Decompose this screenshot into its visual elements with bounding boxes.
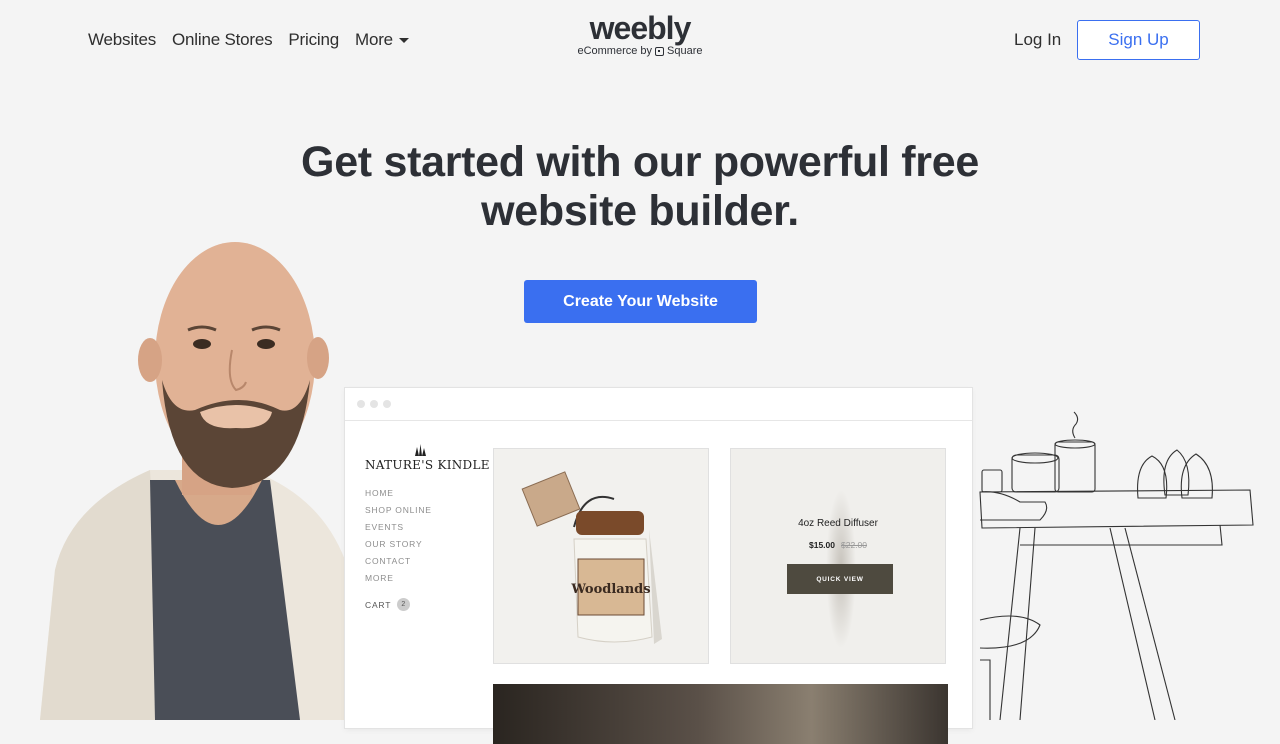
nav-link-websites[interactable]: Websites (88, 30, 156, 50)
window-dot-icon (370, 400, 378, 408)
nav-link-pricing[interactable]: Pricing (288, 30, 339, 50)
furniture-sketch-illustration (979, 411, 1254, 720)
product-price: $15.00 $22.00 (731, 540, 945, 550)
top-navigation: Websites Online Stores Pricing More weeb… (0, 0, 1280, 80)
person-photo (40, 242, 360, 720)
signup-button[interactable]: Sign Up (1077, 20, 1200, 60)
quick-view-button[interactable]: QUICK VIEW (787, 564, 893, 594)
nav-link-online-stores[interactable]: Online Stores (172, 30, 273, 50)
candle-jar-image: Woodlands (521, 471, 662, 644)
logo-wordmark: weebly (589, 10, 692, 46)
weebly-logo[interactable]: weebly eCommerce by Square (540, 12, 740, 57)
hero-title: Get started with our powerful free websi… (0, 138, 1280, 236)
login-link[interactable]: Log In (1014, 30, 1061, 50)
candle-label-text: Woodlands (570, 582, 650, 597)
product-card-candle[interactable]: Woodlands (493, 448, 709, 664)
cart-label: CART (365, 599, 392, 610)
tree-logo-icon (415, 444, 426, 456)
square-logo-icon (655, 46, 665, 56)
window-dot-icon (383, 400, 391, 408)
product-name: 4oz Reed Diffuser (798, 518, 878, 529)
site-cart[interactable]: CART 2 (365, 598, 411, 611)
create-website-button[interactable]: Create Your Website (524, 280, 757, 323)
primary-nav: Websites Online Stores Pricing More (88, 30, 409, 50)
site-brand-name: NATURE'S KINDLE (365, 458, 490, 472)
browser-toolbar (345, 388, 972, 421)
cart-count-badge: 2 (397, 598, 411, 611)
logo-tagline-prefix: eCommerce by (577, 45, 653, 57)
product-price-old: $22.00 (841, 540, 867, 550)
site-menu: HOME SHOP ONLINE EVENTS OUR STORY CONTAC… (365, 488, 432, 590)
window-dot-icon (357, 400, 365, 408)
site-menu-item-contact[interactable]: CONTACT (365, 556, 432, 573)
site-menu-item-our-story[interactable]: OUR STORY (365, 539, 432, 556)
nav-more-dropdown[interactable]: More (355, 30, 409, 50)
site-menu-item-more[interactable]: MORE (365, 573, 432, 590)
nav-more-label: More (355, 30, 393, 49)
site-brand: NATURE'S KINDLE (365, 444, 490, 472)
logo-tagline-brand: Square (667, 45, 703, 57)
product-price-current: $15.00 (809, 540, 835, 550)
hero-title-line-2: website builder. (481, 187, 799, 235)
chevron-down-icon (398, 37, 409, 43)
site-menu-item-shop-online[interactable]: SHOP ONLINE (365, 505, 432, 522)
product-card-reed-diffuser[interactable]: 4oz Reed Diffuser $15.00 $22.00 QUICK VIE… (730, 448, 946, 664)
logo-tagline: eCommerce by Square (540, 45, 740, 57)
site-menu-item-home[interactable]: HOME (365, 488, 432, 505)
lifestyle-photo (493, 684, 948, 744)
site-menu-item-events[interactable]: EVENTS (365, 522, 432, 539)
hero-title-line-1: Get started with our powerful free (301, 138, 979, 186)
website-preview-mockup: NATURE'S KINDLE HOME SHOP ONLINE EVENTS … (345, 388, 972, 744)
